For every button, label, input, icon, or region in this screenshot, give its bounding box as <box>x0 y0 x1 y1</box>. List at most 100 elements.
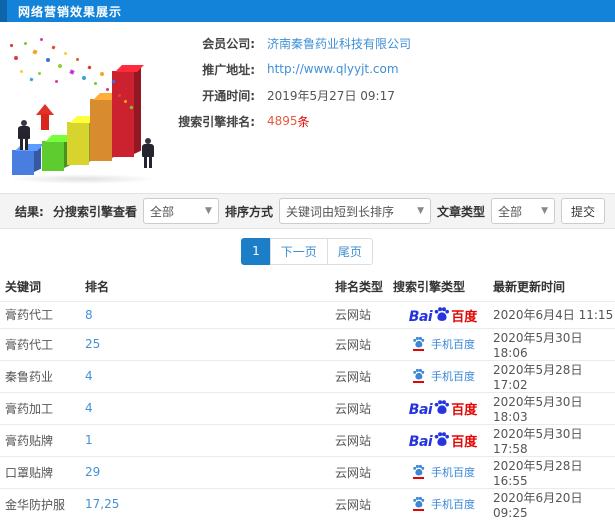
rank-type-cell: 云网站 <box>335 300 393 328</box>
engine-cell: 手机百度 <box>393 487 493 520</box>
rank-count-label: 搜索引擎排名: <box>178 114 255 129</box>
mobile-baidu-logo: 手机百度 <box>411 496 475 512</box>
rank-link[interactable]: 25 <box>85 337 100 351</box>
table-row: 口罩贴牌 29 云网站 手机百度 2020年5月28日 16:55 <box>0 455 615 488</box>
mobile-baidu-logo: 手机百度 <box>411 336 475 352</box>
promo-url-label: 推广地址: <box>202 62 255 77</box>
promo-url-link[interactable]: http://www.qlyyjt.com <box>267 62 399 76</box>
results-table: 关键词 排名 排名类型 搜索引擎类型 最新更新时间 膏药代工 8 云网站 Bai… <box>0 273 615 520</box>
member-info-section: 会员公司: 济南秦鲁药业科技有限公司 推广地址: http://www.qlyy… <box>0 22 615 193</box>
rank-type-cell: 云网站 <box>335 455 393 488</box>
baidu-logo: Bai 百度 <box>409 399 477 417</box>
engine-cell: 手机百度 <box>393 455 493 488</box>
table-header-row: 关键词 排名 排名类型 搜索引擎类型 最新更新时间 <box>0 273 615 301</box>
article-type-select[interactable]: 全部 ▼ <box>491 198 555 224</box>
member-info-rows: 会员公司: 济南秦鲁药业科技有限公司 推广地址: http://www.qlyy… <box>175 30 605 134</box>
company-label: 会员公司: <box>202 36 255 51</box>
mobile-baidu-label: 手机百度 <box>431 465 475 479</box>
baidu-logo: Bai 百度 <box>409 306 477 324</box>
keyword-cell: 膏药代工 <box>0 300 85 328</box>
mobile-baidu-logo: 手机百度 <box>411 464 475 480</box>
chevron-down-icon: ▼ <box>541 206 548 216</box>
last-page-button[interactable]: 尾页 <box>326 237 373 265</box>
baidu-logo-cn-text: 百度 <box>451 309 478 325</box>
mobile-baidu-label: 手机百度 <box>431 369 475 383</box>
updated-cell: 2020年6月4日 11:15 <box>493 300 615 328</box>
article-type-selected: 全部 <box>498 204 523 219</box>
baidu-paw-icon <box>434 400 450 414</box>
engine-cell: Bai 百度 <box>393 300 493 328</box>
baidu-logo: Bai 百度 <box>409 431 477 449</box>
updated-cell: 2020年5月28日 16:55 <box>493 455 615 488</box>
column-header-keyword: 关键词 <box>5 280 42 295</box>
info-row-rank-count: 搜索引擎排名: 4895 条 <box>175 108 605 134</box>
column-header-updated: 最新更新时间 <box>493 280 566 295</box>
rank-type-cell: 云网站 <box>335 327 393 360</box>
growth-chart-illustration <box>0 28 175 186</box>
pagination: 1 下一页 尾页 <box>0 229 615 273</box>
baidu-paw-icon <box>434 432 450 446</box>
baidu-paw-icon <box>413 497 425 508</box>
page-button-current[interactable]: 1 <box>241 237 271 265</box>
updated-cell: 2020年5月30日 18:03 <box>493 391 615 424</box>
table-row: 秦鲁药业 4 云网站 手机百度 2020年5月28日 17:02 <box>0 359 615 392</box>
table-row: 金华防护服 17,25 云网站 手机百度 2020年6月20日 09:25 <box>0 487 615 520</box>
keyword-cell: 膏药代工 <box>0 327 85 360</box>
title-bar-edge <box>0 0 7 22</box>
info-row-url: 推广地址: http://www.qlyyjt.com <box>175 56 605 82</box>
info-row-open-time: 开通时间: 2019年5月27日 09:17 <box>175 82 605 108</box>
rank-type-cell: 云网站 <box>335 359 393 392</box>
company-link[interactable]: 济南秦鲁药业科技有限公司 <box>267 35 411 52</box>
article-type-label: 文章类型 <box>436 204 485 219</box>
submit-button[interactable]: 提交 <box>561 198 605 224</box>
table-row: 膏药代工 25 云网站 手机百度 2020年5月30日 18:06 <box>0 327 615 360</box>
baidu-paw-icon <box>434 306 450 321</box>
info-row-company: 会员公司: 济南秦鲁药业科技有限公司 <box>175 30 605 56</box>
mobile-baidu-icon <box>411 496 426 512</box>
engine-cell: 手机百度 <box>393 359 493 392</box>
table-row: 膏药加工 4 云网站 Bai 百度 2020年5月30日 18:03 <box>0 391 615 424</box>
mobile-baidu-logo: 手机百度 <box>411 368 475 384</box>
baidu-logo-cn-text: 百度 <box>451 435 478 450</box>
table-body: 膏药代工 8 云网站 Bai 百度 2020年6月4日 11:15 膏药代工 25… <box>0 300 615 520</box>
mobile-baidu-label: 手机百度 <box>431 497 475 511</box>
engine-cell: Bai 百度 <box>393 423 493 456</box>
rank-link[interactable]: 29 <box>85 465 100 479</box>
mobile-baidu-icon <box>411 368 426 384</box>
chevron-down-icon: ▼ <box>417 206 424 216</box>
rank-count-suffix: 条 <box>297 114 310 129</box>
keyword-cell: 膏药贴牌 <box>0 423 85 456</box>
updated-cell: 2020年6月20日 09:25 <box>493 487 615 520</box>
column-header-engine-type: 搜索引擎类型 <box>393 280 466 295</box>
sort-label: 排序方式 <box>224 204 273 219</box>
open-time-label: 开通时间: <box>202 88 255 103</box>
baidu-logo-bai-text: Bai <box>408 402 433 418</box>
baidu-logo-cn-text: 百度 <box>451 403 478 418</box>
rank-link[interactable]: 4 <box>85 369 93 383</box>
rank-link[interactable]: 8 <box>85 308 93 322</box>
engine-view-select[interactable]: 全部 ▼ <box>142 198 219 224</box>
column-header-rank: 排名 <box>85 280 110 295</box>
page-title: 网络营销效果展示 <box>18 4 123 19</box>
baidu-paw-icon <box>413 369 425 380</box>
open-time-value: 2019年5月27日 09:17 <box>267 88 395 103</box>
mobile-baidu-label: 手机百度 <box>431 337 475 351</box>
updated-cell: 2020年5月28日 17:02 <box>493 359 615 392</box>
mobile-baidu-icon <box>411 464 426 480</box>
keyword-cell: 口罩贴牌 <box>0 455 85 488</box>
rank-count-value: 4895 <box>267 114 298 128</box>
rank-link[interactable]: 17,25 <box>85 497 119 511</box>
mobile-baidu-icon <box>411 336 426 352</box>
sort-select[interactable]: 关键词由短到长排序 ▼ <box>278 198 431 224</box>
keyword-cell: 膏药加工 <box>0 391 85 424</box>
keyword-cell: 金华防护服 <box>0 487 85 520</box>
title-bar: 网络营销效果展示 <box>0 0 615 22</box>
keyword-cell: 秦鲁药业 <box>0 359 85 392</box>
filter-controls: 分搜索引擎查看 全部 ▼ 排序方式 关键词由短到长排序 ▼ 文章类型 全部 ▼ … <box>53 198 605 224</box>
rank-link[interactable]: 4 <box>85 401 93 415</box>
table-row: 膏药代工 8 云网站 Bai 百度 2020年6月4日 11:15 <box>0 300 615 328</box>
sort-selected: 关键词由短到长排序 <box>285 204 394 219</box>
next-page-button[interactable]: 下一页 <box>269 237 328 265</box>
rank-link[interactable]: 1 <box>85 433 93 447</box>
engine-view-label: 分搜索引擎查看 <box>52 204 137 219</box>
